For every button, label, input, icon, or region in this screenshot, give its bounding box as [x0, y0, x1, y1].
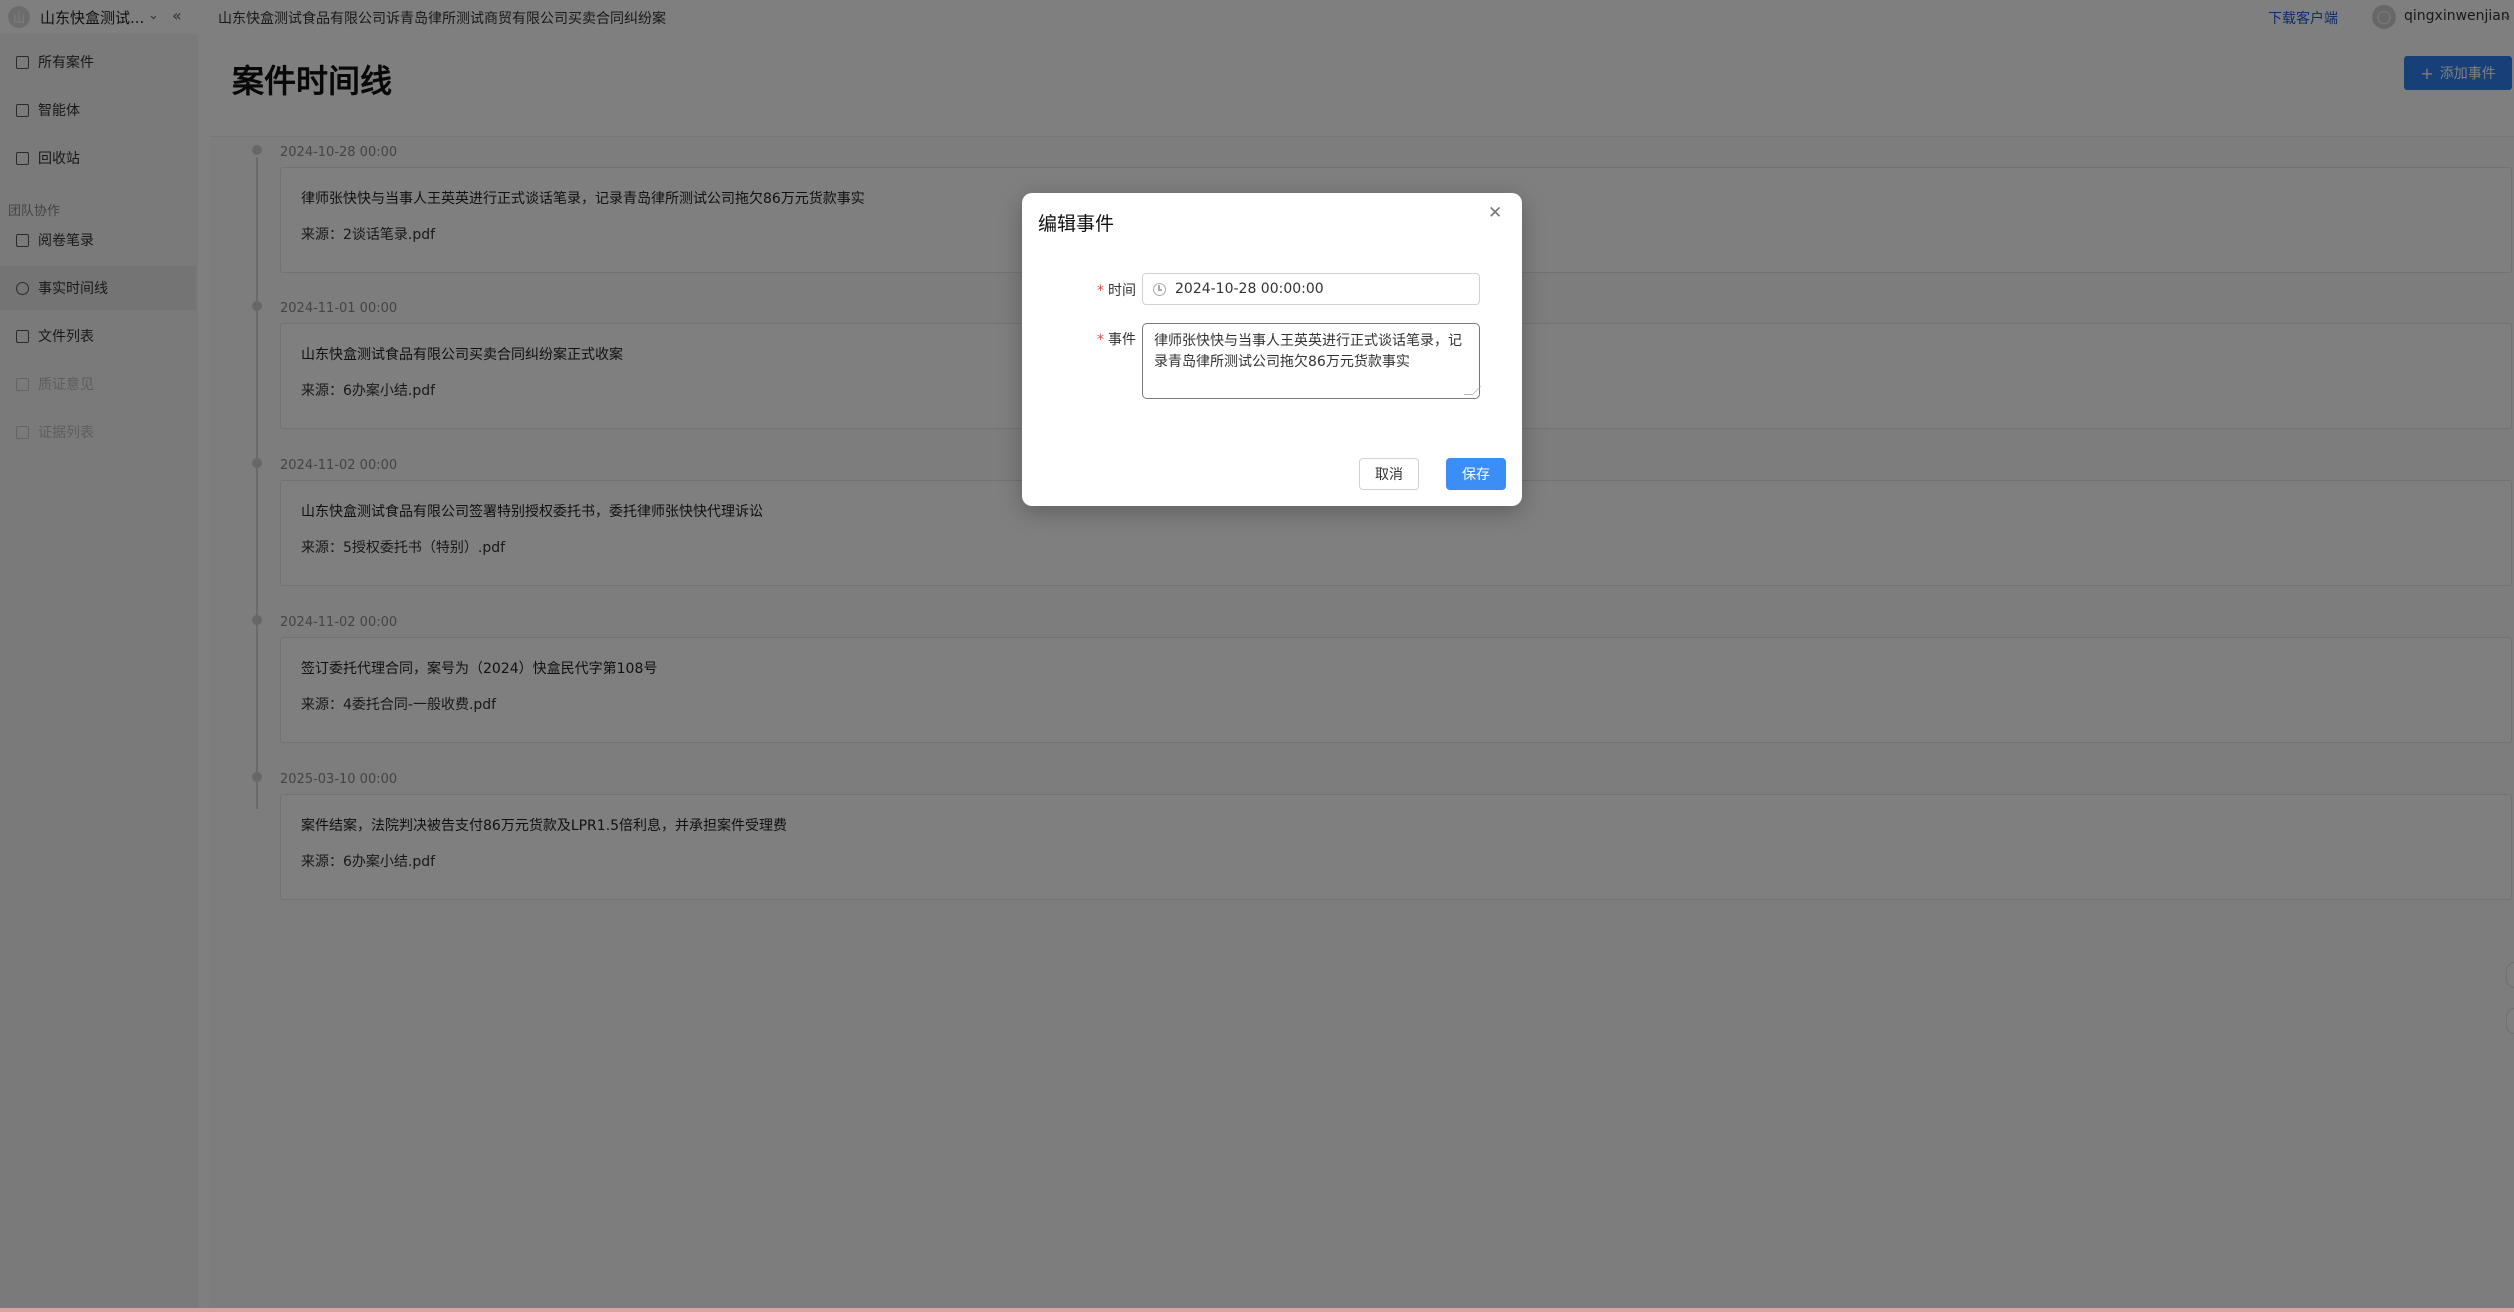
save-button[interactable]: 保存 — [1446, 458, 1506, 490]
required-mark: * — [1097, 283, 1104, 299]
dialog-title: 编辑事件 — [1038, 213, 1115, 235]
cancel-button[interactable]: 取消 — [1359, 458, 1419, 490]
time-label: * 时间 — [1046, 280, 1136, 300]
edit-event-dialog: 编辑事件 ✕ * 时间 2024-10-28 00:00:00 * 事件 律师张快快… — [1022, 193, 1522, 506]
close-icon[interactable]: ✕ — [1488, 205, 1502, 222]
required-mark: * — [1097, 332, 1104, 348]
event-label-text: 事件 — [1108, 332, 1136, 348]
event-label: * 事件 — [1046, 329, 1136, 349]
time-picker-input[interactable]: 2024-10-28 00:00:00 — [1142, 273, 1480, 305]
time-value: 2024-10-28 00:00:00 — [1175, 281, 1324, 297]
event-textarea[interactable]: 律师张快快与当事人王英英进行正式谈话笔录，记录青岛律所测试公司拖欠86万元货款事… — [1142, 323, 1480, 399]
time-label-text: 时间 — [1108, 283, 1136, 299]
bottom-accent-bar — [0, 1308, 2514, 1312]
clock-icon — [1153, 283, 1166, 296]
